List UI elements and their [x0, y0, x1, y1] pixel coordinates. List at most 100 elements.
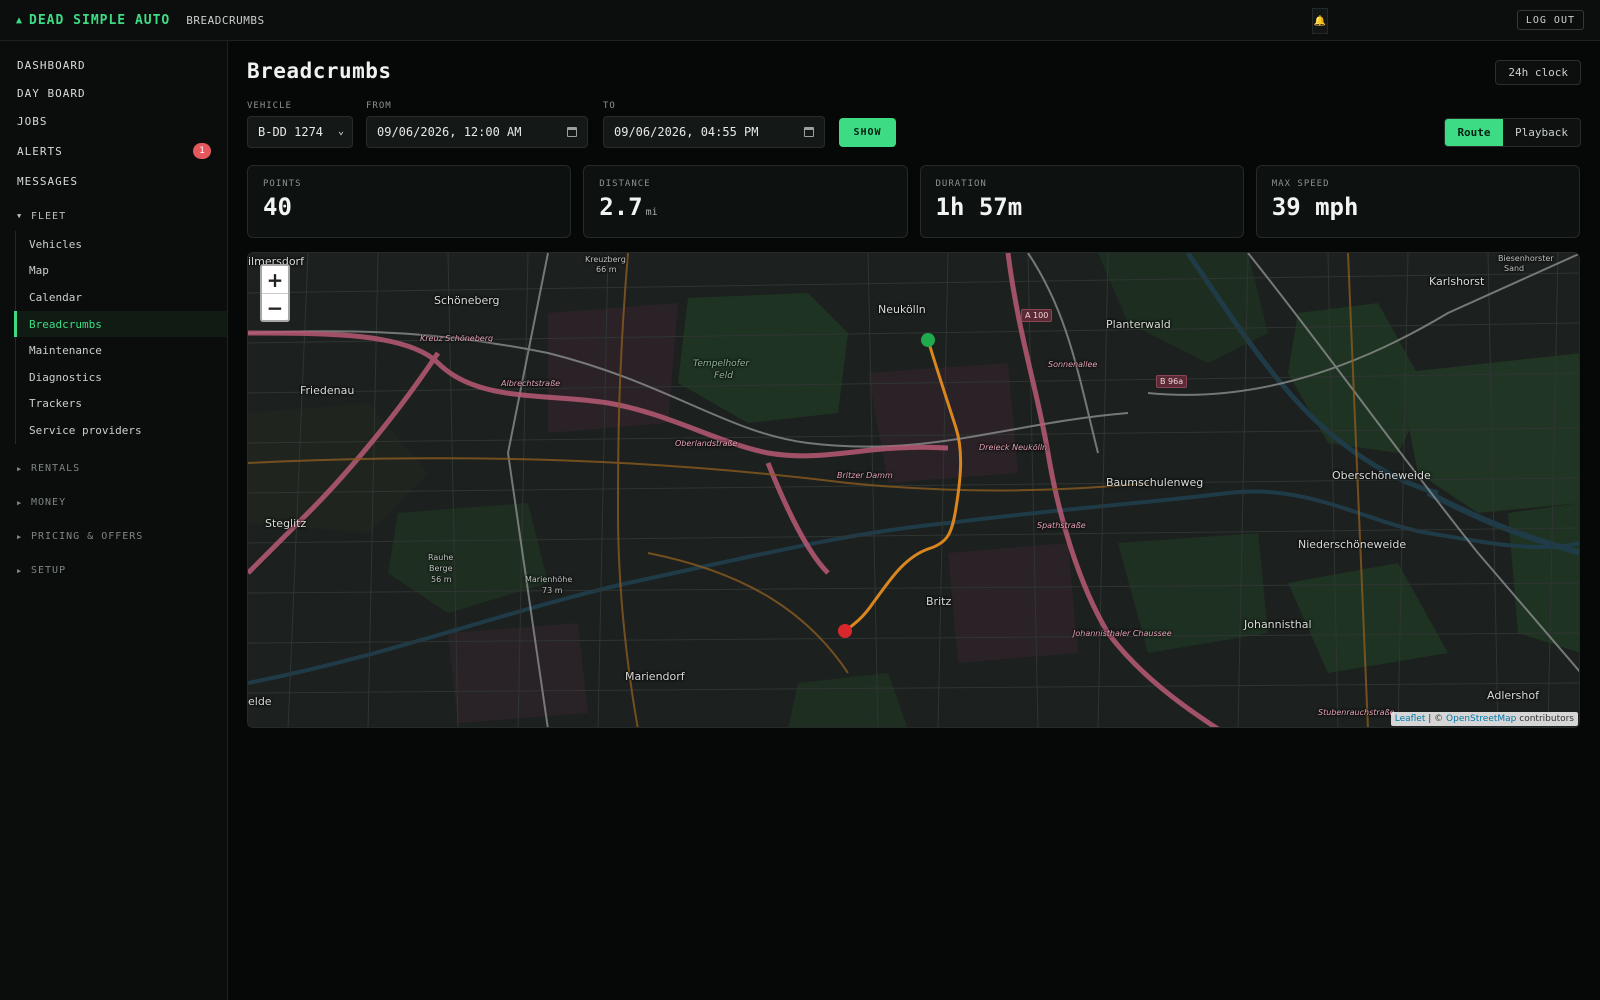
sidebar: DASHBOARD DAY BOARD JOBS ALERTS 1 MESSAG… [0, 41, 228, 1000]
place-label: Karlshorst [1429, 275, 1485, 288]
from-datetime-input[interactable]: 09/06/2026, 12:00 AM [366, 116, 588, 148]
stat-label: POINTS [263, 179, 302, 189]
nav-label: DASHBOARD [17, 58, 86, 72]
brand-name: DEAD SIMPLE AUTO [29, 12, 171, 28]
caret-right-icon: ▶ [17, 566, 23, 575]
car-icon: ▲ [16, 14, 24, 26]
top-bar: ▲ DEAD SIMPLE AUTO BREADCRUMBS 🔔 LOG OUT [0, 0, 1600, 41]
group-label: FLEET [31, 210, 67, 222]
place-label: Rauhe [428, 553, 454, 562]
stat-card-points: POINTS 40 [247, 165, 572, 238]
route-tab[interactable]: Route [1445, 119, 1503, 146]
stat-card-max-speed: MAX SPEED 39 mph [1255, 165, 1580, 238]
route-layer [838, 333, 963, 638]
caret-down-icon: ▼ [17, 212, 23, 220]
nav-label: DAY BOARD [17, 86, 86, 100]
breadcrumb: BREADCRUMBS [186, 13, 265, 27]
place-label: Sand [1504, 264, 1525, 273]
place-label: 66 m [596, 265, 617, 274]
place-label: Tempelhofer [693, 359, 750, 369]
place-label: Feld [714, 371, 733, 381]
clock-format-button[interactable]: 24h clock [1495, 60, 1581, 85]
bell-icon[interactable]: 🔔 [1312, 8, 1328, 34]
nav-dashboard[interactable]: DASHBOARD [0, 51, 227, 79]
place-label: Schöneberg [434, 294, 500, 307]
stat-card-distance: DISTANCE 2.7 mi [583, 165, 908, 238]
zoom-out-button[interactable]: − [262, 294, 288, 320]
stat-value: 39 mph [1272, 193, 1564, 221]
nav-day-board[interactable]: DAY BOARD [0, 79, 227, 107]
stat-label: DISTANCE [599, 179, 651, 189]
sidebar-item-vehicles[interactable]: Vehicles [16, 231, 227, 258]
stats-row: POINTS 40 DISTANCE 2.7 mi DURATION 1h 57m… [247, 165, 1580, 238]
show-button[interactable]: SHOW [839, 118, 896, 147]
sidebar-item-service-providers[interactable]: Service providers [16, 417, 227, 444]
zoom-control: + − [260, 264, 290, 322]
map-attribution: Leaflet | © OpenStreetMap contributors [1390, 712, 1578, 726]
place-label: Baumschulenweg [1106, 476, 1204, 489]
osm-link[interactable]: OpenStreetMap [1446, 714, 1516, 724]
vehicle-select[interactable]: B-DD 1274 ⌄ [247, 116, 353, 148]
distance-value: 2.7 [599, 193, 643, 221]
vehicle-label: VEHICLE [247, 101, 292, 111]
street-label: Oberlandstraße [675, 439, 738, 448]
street-label: Stubenrauchstraße [1318, 708, 1395, 717]
route-end-marker[interactable] [838, 624, 852, 638]
to-value: 09/06/2026, 04:55 PM [614, 125, 759, 139]
place-label: Berge [429, 564, 453, 573]
caret-right-icon: ▶ [17, 464, 23, 473]
calendar-icon[interactable] [804, 127, 814, 137]
from-label: FROM [366, 101, 392, 111]
place-label: Niederschöneweide [1298, 538, 1407, 551]
road-shield: A 100 [1021, 309, 1053, 322]
group-setup[interactable]: ▶ SETUP [0, 554, 227, 588]
group-pricing-offers[interactable]: ▶ PRICING & OFFERS [0, 520, 227, 554]
route-map[interactable]: ilmersdorf Kreuzberg 66 m Schöneberg Neu… [247, 252, 1580, 728]
sidebar-item-map[interactable]: Map [16, 258, 227, 285]
to-datetime-input[interactable]: 09/06/2026, 04:55 PM [603, 116, 825, 148]
from-value: 09/06/2026, 12:00 AM [377, 125, 522, 139]
place-label: Biesenhorster [1498, 254, 1554, 263]
place-label: Kreuzberg [585, 255, 626, 264]
stat-value: 1h 57m [936, 193, 1228, 221]
brand[interactable]: ▲ DEAD SIMPLE AUTO [16, 13, 170, 28]
group-label: PRICING & OFFERS [31, 531, 144, 543]
street-label: Kreuz Schöneberg [420, 334, 494, 343]
nav-label: JOBS [17, 114, 48, 128]
group-rentals[interactable]: ▶ RENTALS [0, 452, 227, 486]
view-mode-toggle: Route Playback [1444, 118, 1581, 147]
nav-alerts[interactable]: ALERTS 1 [0, 135, 227, 167]
logout-button[interactable]: LOG OUT [1516, 10, 1584, 30]
calendar-icon[interactable] [567, 127, 577, 137]
leaflet-link[interactable]: Leaflet [1395, 714, 1426, 724]
zoom-in-button[interactable]: + [262, 266, 288, 294]
stat-card-duration: DURATION 1h 57m [919, 165, 1244, 238]
alerts-count-badge: 1 [193, 143, 211, 159]
sidebar-item-diagnostics[interactable]: Diagnostics [16, 364, 227, 391]
group-money[interactable]: ▶ MONEY [0, 486, 227, 520]
group-label: SETUP [31, 565, 67, 577]
group-label: MONEY [31, 497, 67, 509]
chevron-down-icon: ⌄ [337, 126, 344, 137]
sidebar-item-maintenance[interactable]: Maintenance [16, 337, 227, 364]
max-speed-value: 39 mph [1271, 193, 1359, 221]
group-label: RENTALS [31, 463, 81, 475]
nav-label: ALERTS [17, 144, 63, 158]
attribution-separator: | © [1425, 714, 1447, 724]
playback-tab[interactable]: Playback [1503, 119, 1580, 146]
place-label: Planterwald [1106, 318, 1171, 331]
place-label: Adlershof [1487, 689, 1539, 702]
nav-jobs[interactable]: JOBS [0, 107, 227, 135]
stat-value: 40 [263, 193, 555, 221]
sidebar-item-trackers[interactable]: Trackers [16, 391, 227, 418]
place-label: Marienhöhe [525, 575, 573, 584]
place-label: elde [248, 695, 272, 708]
sidebar-item-breadcrumbs[interactable]: Breadcrumbs [14, 310, 227, 338]
sidebar-item-calendar[interactable]: Calendar [16, 284, 227, 311]
route-start-marker[interactable] [921, 333, 935, 347]
route-path [843, 338, 963, 633]
group-fleet[interactable]: ▼ FLEET [0, 203, 227, 229]
street-label: Dreieck Neukölln [979, 443, 1048, 452]
stat-value: 2.7 mi [599, 193, 891, 221]
nav-messages[interactable]: MESSAGES [0, 167, 227, 195]
